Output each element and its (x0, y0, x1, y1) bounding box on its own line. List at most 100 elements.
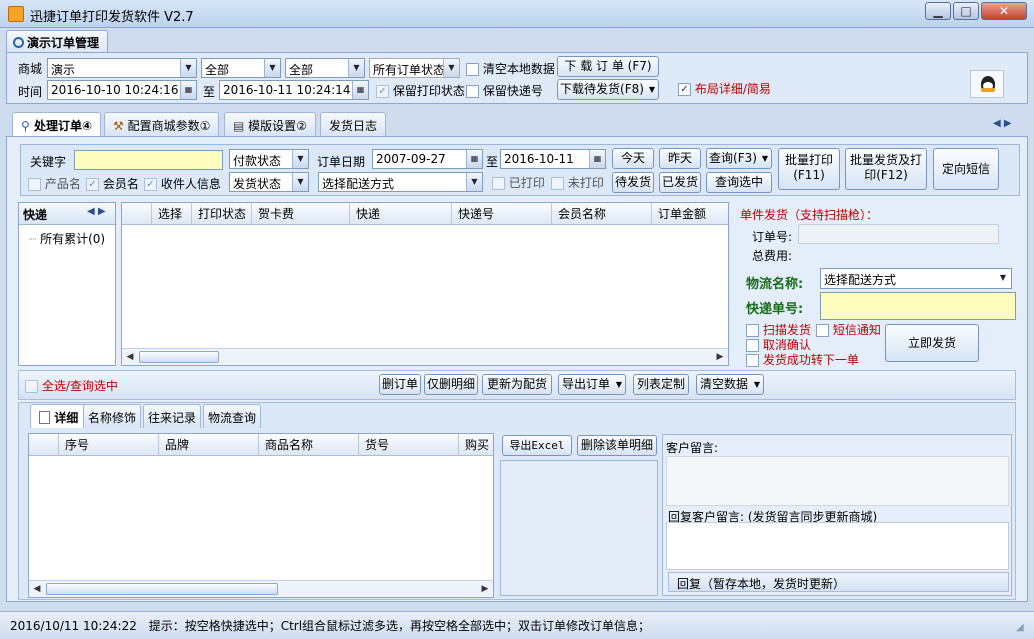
keep-print-checkbox[interactable]: ✓ 保留打印状态 (376, 82, 465, 99)
unprinted-checkbox[interactable]: 未打印 (551, 174, 604, 191)
tab-logistics-query[interactable]: 物流查询 (203, 404, 262, 428)
export-order-button[interactable]: 导出订单 ▼ (558, 374, 626, 395)
section-tab-demo-orders[interactable]: 演示订单管理 (6, 30, 109, 52)
col-express[interactable]: 快递 (350, 203, 452, 225)
order-status-select[interactable]: 所有订单状态 ▼ (369, 58, 460, 78)
pay-status-select[interactable]: 付款状态 ▼ (229, 149, 309, 169)
download-order-button[interactable]: 下 载 订 单 (F7) (557, 56, 659, 77)
scroll-right-icon[interactable]: ▶ (712, 349, 728, 365)
qq-button[interactable] (970, 70, 1004, 98)
col-member-name[interactable]: 会员名称 (552, 203, 652, 225)
col-order-amount[interactable]: 订单金额 (652, 203, 728, 225)
batch-print-button[interactable]: 批量打印 (F11) (778, 148, 840, 190)
query-label: 查询(F3) (709, 151, 757, 165)
ship-method-select[interactable]: 选择配送方式 ▼ (318, 172, 483, 192)
order-grid[interactable]: 选择 打印状态 贺卡费 快递 快递号 会员名称 订单金额 ◀ ▶ (121, 202, 729, 366)
all-select-2[interactable]: 全部 ▼ (285, 58, 365, 78)
member-name-label: 会员名 (102, 177, 139, 191)
panel-scroll-arrows-icon[interactable]: ◀ ▶ (87, 206, 106, 217)
sms-notify-checkbox[interactable]: 短信通知 (816, 321, 881, 338)
col-product-name[interactable]: 商品名称 (259, 434, 359, 456)
minimize-button[interactable]: ▁ (925, 2, 951, 20)
batch-ship-print-button[interactable]: 批量发货及打 印(F12) (845, 148, 927, 190)
tab-process-orders[interactable]: ⚲ 处理订单④ (12, 112, 102, 137)
pending-ship-button[interactable]: 待发货 (612, 172, 654, 193)
tab-template-settings[interactable]: ▤ 模版设置② (224, 112, 316, 136)
clear-local-checkbox[interactable]: 清空本地数据 (466, 60, 555, 77)
export-excel-button[interactable]: 导出Excel (502, 435, 572, 456)
next-after-ship-label: 发货成功转下一单 (762, 353, 859, 367)
order-grid-hscroll[interactable]: ◀ ▶ (122, 348, 728, 365)
col-express-no[interactable]: 快递号 (452, 203, 552, 225)
scroll-right-icon[interactable]: ▶ (477, 581, 493, 597)
yesterday-button[interactable]: 昨天 (659, 148, 701, 169)
query-selected-button[interactable]: 查询选中 (706, 172, 772, 193)
detail-grid-hscroll[interactable]: ◀ ▶ (29, 580, 493, 597)
col-sku[interactable]: 货号 (359, 434, 459, 456)
tab-scroll-arrows-icon[interactable]: ◀ ▶ (993, 118, 1012, 129)
layout-toggle-checkbox[interactable]: ✓ 布局详细/简易 (678, 80, 771, 97)
ship-now-button[interactable]: 立即发货 (885, 324, 979, 362)
printed-checkbox[interactable]: 已打印 (492, 174, 545, 191)
select-all-checkbox[interactable]: 全选/查询选中 (25, 377, 118, 394)
reply-input[interactable] (666, 522, 1009, 570)
time-to-value: 2016-10-11 10:24:14 (223, 83, 351, 97)
order-no-input[interactable] (798, 224, 999, 244)
tab-history[interactable]: 往来记录 (143, 404, 202, 428)
resize-grip-icon[interactable]: ◢ (1016, 622, 1030, 636)
col-seq[interactable]: 序号 (59, 434, 159, 456)
next-after-ship-checkbox[interactable]: 发货成功转下一单 (746, 351, 859, 368)
tab-ship-log-label: 发货日志 (329, 119, 378, 133)
customer-message-text (666, 456, 1009, 506)
scroll-thumb[interactable] (46, 583, 278, 595)
delete-detail-button[interactable]: 删除该单明细 (577, 435, 657, 456)
maximize-button[interactable]: □ (953, 2, 979, 20)
all-select-1[interactable]: 全部 ▼ (201, 58, 281, 78)
checkbox-icon (816, 324, 829, 337)
col-print-status[interactable]: 打印状态 (192, 203, 252, 225)
col-select[interactable]: 选择 (152, 203, 192, 225)
checkbox-icon (466, 63, 479, 76)
tab-mall-config[interactable]: ⚒ 配置商城参数① (104, 112, 220, 136)
logistics-select[interactable]: 选择配送方式 ▼ (820, 268, 1012, 289)
scroll-left-icon[interactable]: ◀ (29, 581, 45, 597)
express-tree-item[interactable]: ┈ 所有累计(0) (29, 230, 105, 247)
status-bar: 2016/10/11 10:24:22 提示：按空格快捷选中；Ctrl组合鼠标过… (0, 611, 1034, 639)
shipped-button[interactable]: 已发货 (659, 172, 701, 193)
col-purchase[interactable]: 购买 (459, 434, 493, 456)
date-from-picker[interactable]: 2007-09-27 ▦ (372, 149, 483, 169)
scroll-thumb[interactable] (139, 351, 219, 363)
tab-ship-log[interactable]: 发货日志 (320, 112, 387, 136)
title-bar: 迅捷订单打印发货软件 V2.7 ▁ □ ✕ (0, 0, 1034, 28)
tab-detail[interactable]: 详细 (30, 404, 88, 428)
directed-sms-button[interactable]: 定向短信 (933, 148, 999, 190)
update-to-ship-button[interactable]: 更新为配货 (482, 374, 552, 395)
time-to-picker[interactable]: 2016-10-11 10:24:14 ▦ (219, 80, 369, 100)
date-to-picker[interactable]: 2016-10-11 ▦ (500, 149, 606, 169)
col-card-fee[interactable]: 贺卡费 (252, 203, 350, 225)
time-from-picker[interactable]: 2016-10-10 10:24:16 ▦ (47, 80, 197, 100)
ship-status-select[interactable]: 发货状态 ▼ (229, 172, 309, 192)
delete-order-button[interactable]: 删订单 (379, 374, 421, 395)
product-name-checkbox[interactable]: 产品名 (28, 175, 81, 192)
reply-local-button[interactable]: 回复（暂存本地，发货时更新） (668, 572, 1009, 592)
close-button[interactable]: ✕ (981, 2, 1027, 20)
keep-express-checkbox[interactable]: 保留快递号 (466, 82, 543, 99)
clear-local-label: 清空本地数据 (482, 62, 555, 76)
keyword-input[interactable] (74, 150, 223, 170)
tracking-no-input[interactable] (820, 292, 1016, 320)
time-from-value: 2016-10-10 10:24:16 (51, 83, 179, 97)
today-button[interactable]: 今天 (612, 148, 654, 169)
tab-name-modify[interactable]: 名称修饰 (83, 404, 142, 428)
member-name-checkbox[interactable]: ✓ 会员名 (86, 175, 139, 192)
col-brand[interactable]: 品牌 (159, 434, 259, 456)
delete-detail-only-button[interactable]: 仅删明细 (424, 374, 478, 395)
receiver-info-checkbox[interactable]: ✓ 收件人信息 (144, 175, 221, 192)
clear-data-button[interactable]: 清空数据 ▼ (696, 374, 764, 395)
query-button[interactable]: 查询(F3) ▼ (706, 148, 772, 169)
mall-select[interactable]: 演示 ▼ (47, 58, 197, 78)
detail-grid[interactable]: 序号 品牌 商品名称 货号 购买 ◀ ▶ (28, 433, 494, 598)
download-pending-button[interactable]: 下载待发货(F8) ▼ (557, 79, 659, 100)
scroll-left-icon[interactable]: ◀ (122, 349, 138, 365)
list-custom-button[interactable]: 列表定制 (633, 374, 689, 395)
